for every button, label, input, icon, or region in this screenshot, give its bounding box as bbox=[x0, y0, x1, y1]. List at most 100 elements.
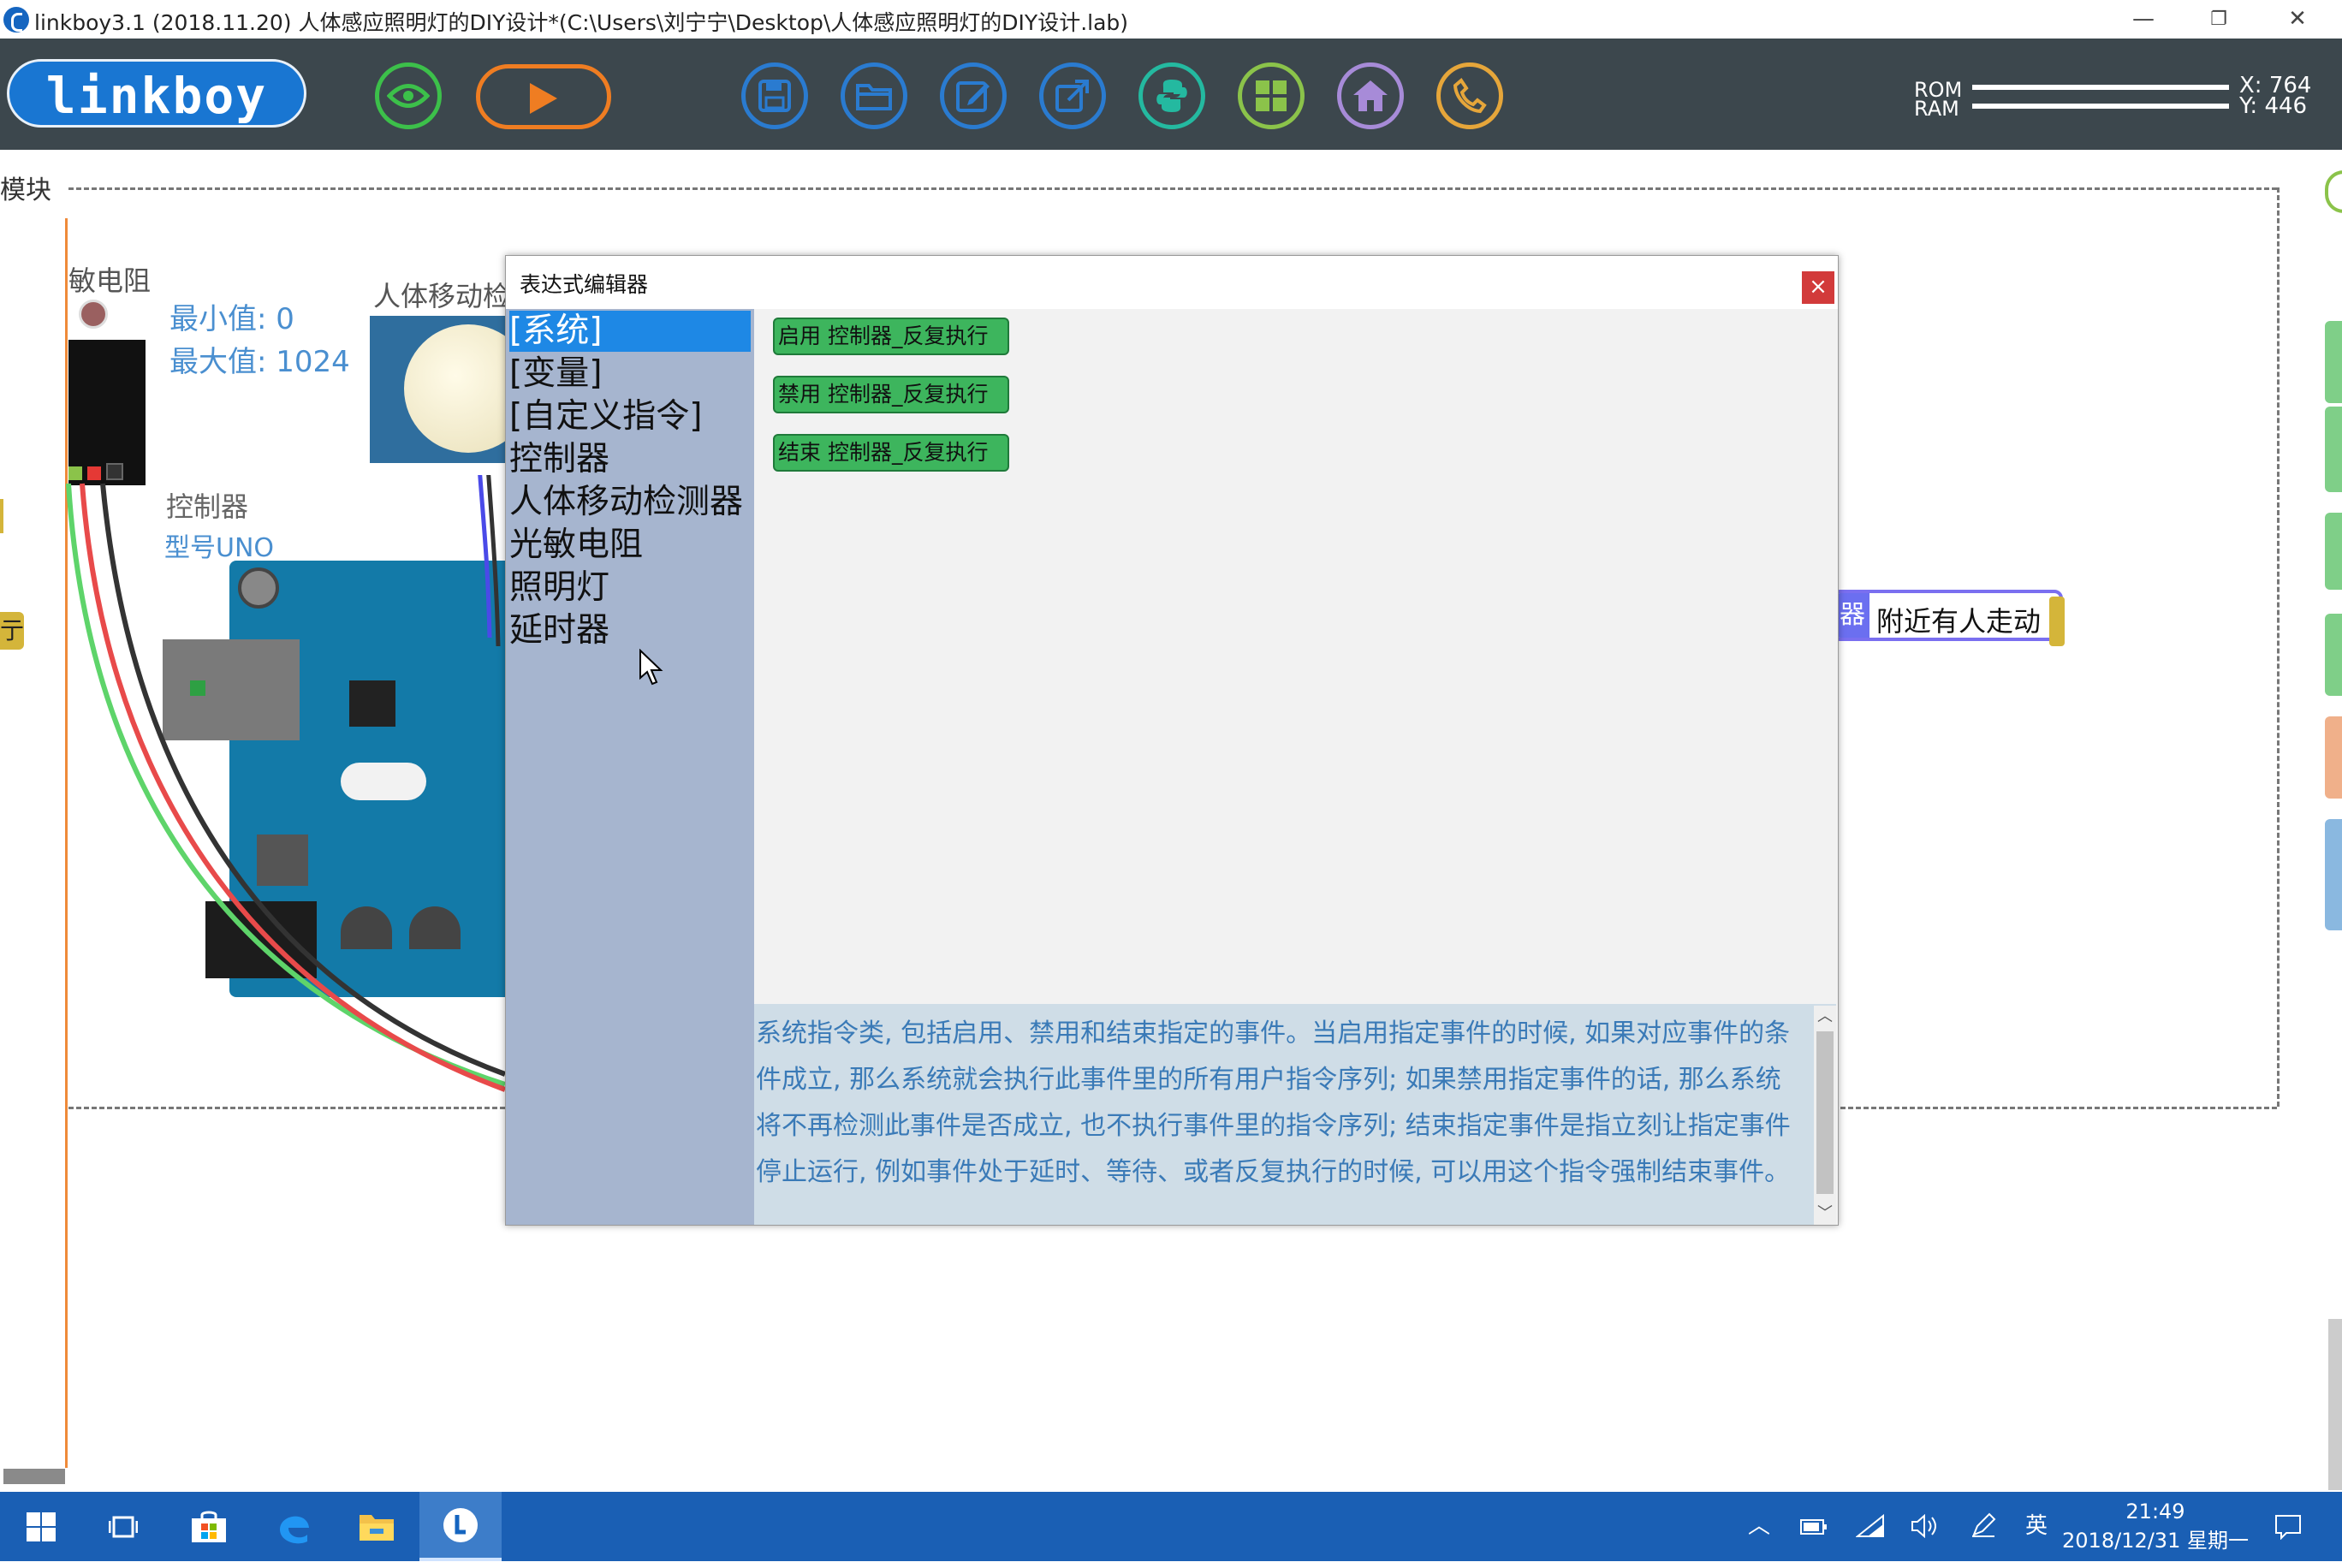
category-list: [系统] [变量] [自定义指令] 控制器 人体移动检测器 光敏电阻 照明灯 延… bbox=[506, 309, 754, 1225]
python-button[interactable] bbox=[1138, 62, 1205, 129]
description-panel: 系统指令类, 包括启用、禁用和结束指定的事件。当启用指定事件的时候, 如果对应事… bbox=[754, 1004, 1836, 1225]
phone-button[interactable] bbox=[1436, 62, 1503, 129]
ram-usage-bar bbox=[1972, 104, 2229, 109]
category-system[interactable]: [系统] bbox=[509, 311, 751, 352]
photoresistor-label: 敏电阻 bbox=[68, 264, 152, 297]
side-panel-tab[interactable] bbox=[2325, 819, 2342, 930]
photoresistor-module[interactable] bbox=[68, 340, 146, 485]
clock-date: 2018/12/31 星期一 bbox=[2062, 1529, 2249, 1553]
boundary-dashed-line bbox=[2277, 187, 2280, 1107]
play-icon bbox=[530, 83, 557, 114]
volume-icon[interactable] bbox=[1904, 1492, 1947, 1561]
clock-time: 21:49 bbox=[2125, 1500, 2185, 1523]
run-button[interactable] bbox=[476, 64, 611, 129]
home-button[interactable] bbox=[1337, 62, 1404, 129]
expression-editor-dialog: 表达式编辑器 × [系统] [变量] [自定义指令] 控制器 人体移动检测器 光… bbox=[505, 255, 1839, 1226]
category-timer[interactable]: 延时器 bbox=[509, 610, 751, 651]
memory-status: ROM RAM X: 764 Y: 446 bbox=[1914, 73, 2342, 155]
save-button[interactable] bbox=[741, 62, 808, 129]
edge-button[interactable] bbox=[253, 1492, 336, 1561]
file-explorer-button[interactable] bbox=[336, 1492, 418, 1561]
battery-icon[interactable] bbox=[1792, 1492, 1835, 1561]
linkboy-icon bbox=[443, 1507, 478, 1542]
export-button[interactable] bbox=[1039, 62, 1106, 129]
restore-button[interactable]: ❐ bbox=[2184, 0, 2253, 39]
boundary-dashed-line bbox=[68, 187, 2277, 190]
open-button[interactable] bbox=[841, 62, 907, 129]
scroll-down-icon[interactable]: ﹀ bbox=[1814, 1203, 1836, 1225]
task-view-icon bbox=[109, 1516, 138, 1537]
logo-text: linkboy bbox=[45, 67, 268, 125]
save-icon bbox=[758, 80, 791, 112]
view-button[interactable] bbox=[375, 62, 442, 129]
minimize-button[interactable]: — bbox=[2109, 0, 2178, 39]
notification-center-button[interactable] bbox=[2267, 1492, 2309, 1561]
start-button[interactable] bbox=[0, 1492, 82, 1561]
photoresistor-max-value: 最大值: 1024 bbox=[169, 345, 350, 379]
end-controller-loop-button[interactable]: 结束 控制器_反复执行 bbox=[773, 434, 1009, 472]
grid-icon bbox=[1256, 80, 1287, 111]
windows-start-icon bbox=[27, 1512, 56, 1541]
main-toolbar: linkboy ROM RAM X: 764 Y: 446 bbox=[0, 39, 2342, 150]
store-button[interactable] bbox=[168, 1492, 250, 1561]
module-label: 模块 bbox=[0, 175, 51, 205]
dialog-close-button[interactable]: × bbox=[1802, 271, 1834, 304]
phone-icon bbox=[1453, 78, 1487, 114]
pir-sensor-label: 人体移动检 bbox=[373, 280, 511, 312]
pir-sensor-module[interactable] bbox=[370, 316, 532, 463]
side-circle-button[interactable] bbox=[2325, 170, 2342, 213]
notification-icon bbox=[2275, 1515, 2301, 1541]
disable-controller-loop-button[interactable]: 禁用 控制器_反复执行 bbox=[773, 376, 1009, 413]
windows-taskbar: ︿ 英 21:49 2018/12/31 星期一 bbox=[0, 1492, 2342, 1561]
event-tag: 器 bbox=[1835, 593, 1869, 638]
side-panel-tab[interactable] bbox=[2325, 614, 2342, 696]
task-view-button[interactable] bbox=[82, 1492, 164, 1561]
category-pir-detector[interactable]: 人体移动检测器 bbox=[509, 482, 751, 523]
rom-usage-bar bbox=[1972, 85, 2229, 90]
side-panel-tab[interactable] bbox=[2325, 321, 2342, 403]
eye-icon bbox=[387, 84, 430, 108]
mouse-cursor-icon bbox=[639, 649, 663, 686]
side-panel-tab[interactable] bbox=[2325, 716, 2342, 799]
dialog-title-bar[interactable]: 表达式编辑器 × bbox=[506, 256, 1838, 309]
clock[interactable]: 21:49 2018/12/31 星期一 bbox=[2053, 1497, 2258, 1555]
modules-button[interactable] bbox=[1238, 62, 1305, 129]
event-block[interactable]: 器 附近有人走动 bbox=[1832, 590, 2063, 641]
input-method-indicator[interactable]: 英 bbox=[2017, 1492, 2056, 1561]
network-icon[interactable] bbox=[1849, 1492, 1892, 1561]
category-controller[interactable]: 控制器 bbox=[509, 439, 751, 480]
pen-icon[interactable] bbox=[1962, 1492, 2005, 1561]
photoresistor-min-value: 最小值: 0 bbox=[169, 302, 294, 336]
block-stub-label[interactable]: 亍 bbox=[0, 612, 24, 650]
dialog-title: 表达式编辑器 bbox=[520, 272, 649, 297]
block-stub bbox=[0, 499, 3, 533]
vertical-scrollbar[interactable] bbox=[2328, 1319, 2342, 1490]
category-light[interactable]: 照明灯 bbox=[509, 567, 751, 609]
edge-icon bbox=[280, 1516, 309, 1543]
event-label: 附近有人走动 bbox=[1876, 605, 2042, 638]
edit-button[interactable] bbox=[940, 62, 1007, 129]
side-panel-tab[interactable] bbox=[2325, 407, 2342, 492]
linkboy-logo[interactable]: linkboy bbox=[7, 59, 306, 128]
side-panel-tab[interactable] bbox=[2325, 513, 2342, 590]
enable-controller-loop-button[interactable]: 启用 控制器_反复执行 bbox=[773, 318, 1009, 355]
event-block-tail bbox=[2049, 597, 2065, 646]
category-photoresistor[interactable]: 光敏电阻 bbox=[509, 525, 751, 566]
linkboy-taskbar-button[interactable] bbox=[419, 1492, 502, 1561]
folder-icon bbox=[856, 84, 892, 110]
scroll-up-icon[interactable]: ︿ bbox=[1814, 1006, 1836, 1028]
connection-wires bbox=[66, 475, 507, 1092]
category-variable[interactable]: [变量] bbox=[509, 353, 751, 395]
scroll-thumb[interactable] bbox=[1816, 1031, 1834, 1194]
home-icon bbox=[1353, 80, 1388, 111]
category-custom-command[interactable]: [自定义指令] bbox=[509, 396, 751, 437]
window-title: linkboy3.1 (2018.11.20) 人体感应照明灯的DIY设计*(C… bbox=[34, 10, 1129, 35]
linkboy-app-icon bbox=[3, 7, 29, 33]
description-scrollbar[interactable]: ︿ ﹀ bbox=[1814, 1006, 1836, 1225]
title-bar: linkboy3.1 (2018.11.20) 人体感应照明灯的DIY设计*(C… bbox=[0, 0, 2342, 39]
cursor-y: Y: 446 bbox=[2239, 93, 2308, 119]
edit-icon bbox=[956, 81, 990, 112]
close-window-button[interactable]: ✕ bbox=[2263, 0, 2332, 39]
horizontal-scrollbar[interactable] bbox=[3, 1469, 65, 1484]
show-hidden-icons-button[interactable]: ︿ bbox=[1738, 1492, 1780, 1561]
